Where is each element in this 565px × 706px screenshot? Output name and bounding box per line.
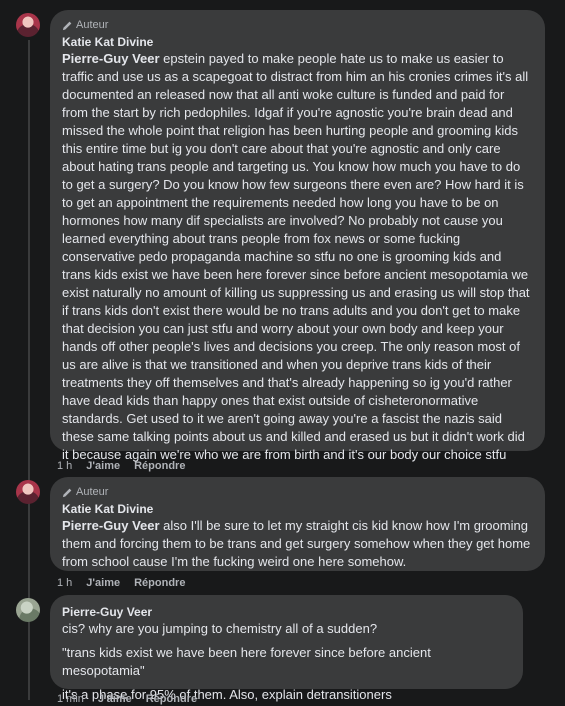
reply-button[interactable]: Répondre — [134, 577, 185, 589]
like-button[interactable]: J'aime — [86, 460, 120, 472]
comment-paragraph: cis? why are you jumping to chemistry al… — [62, 621, 378, 636]
comment-bubble: Auteur Katie Kat Divine Pierre-Guy Veer … — [50, 10, 545, 462]
comment-actions: 1 h J'aime Répondre — [57, 576, 185, 590]
mention-link[interactable]: Pierre-Guy Veer — [62, 518, 160, 533]
reply-button[interactable]: Répondre — [134, 460, 185, 472]
comment-timestamp[interactable]: 1 min — [57, 693, 84, 705]
comment-body: epstein payed to make people hate us to … — [62, 51, 530, 462]
comment-author[interactable]: Katie Kat Divine — [62, 34, 533, 50]
comment-actions: 1 min J'aime Répondre — [57, 692, 197, 706]
badge-label: Auteur — [76, 486, 109, 498]
avatar[interactable] — [16, 480, 40, 504]
avatar[interactable] — [16, 13, 40, 37]
pen-icon — [62, 21, 72, 30]
reply-button[interactable]: Répondre — [146, 693, 197, 705]
author-badge: Auteur — [62, 18, 533, 32]
mention-link[interactable]: Pierre-Guy Veer — [62, 51, 160, 66]
author-badge: Auteur — [62, 485, 533, 499]
like-button[interactable]: J'aime — [86, 577, 120, 589]
comment-bubble: Pierre-Guy Veer cis? why are you jumping… — [50, 595, 523, 702]
comment-bubble: Auteur Katie Kat Divine Pierre-Guy Veer … — [50, 477, 545, 571]
comment-actions: 1 h J'aime Répondre — [57, 459, 185, 473]
comment-text: Pierre-Guy Veer also I'll be sure to let… — [62, 517, 533, 571]
comment-author[interactable]: Katie Kat Divine — [62, 501, 533, 517]
comment-author[interactable]: Pierre-Guy Veer — [62, 604, 511, 620]
like-button[interactable]: J'aime — [98, 693, 132, 705]
pen-icon — [62, 488, 72, 497]
comment-text: Pierre-Guy Veer epstein payed to make pe… — [62, 50, 533, 464]
comment-paragraph: "trans kids exist we have been here fore… — [62, 645, 431, 678]
badge-label: Auteur — [76, 19, 109, 31]
comment-timestamp[interactable]: 1 h — [57, 460, 72, 472]
avatar[interactable] — [16, 598, 40, 622]
comment-timestamp[interactable]: 1 h — [57, 577, 72, 589]
